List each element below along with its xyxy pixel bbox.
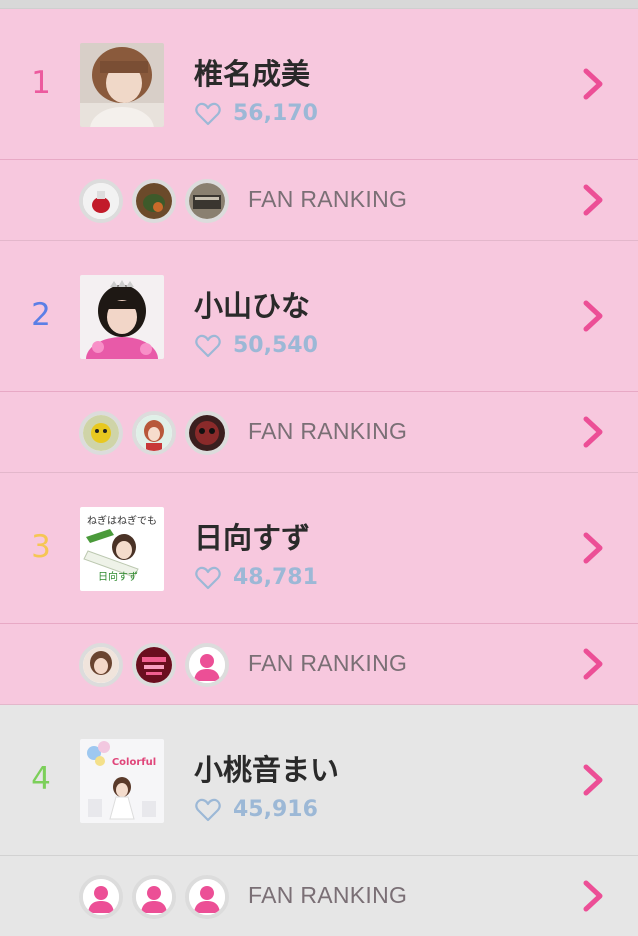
- heart-icon: [195, 798, 221, 821]
- fan-ranking-row[interactable]: FAN RANKING: [0, 392, 638, 473]
- like-count: 45,916: [195, 797, 318, 822]
- idol-photo: Colorful: [80, 739, 164, 823]
- chevron-right-icon: [583, 300, 603, 332]
- default-user-icon: [185, 643, 229, 687]
- thumb-caption-top: ねぎはねぎでも: [87, 514, 157, 527]
- idol-photo: [80, 275, 164, 359]
- fan-ranking-label: FAN RANKING: [248, 882, 408, 908]
- idol-row[interactable]: 1 椎名成美 56,170: [0, 9, 638, 160]
- like-count: 48,781: [195, 565, 318, 590]
- idol-row[interactable]: 3 ねぎはねぎでも 日向すず 日向すず 48,781: [0, 473, 638, 624]
- fan-ranking-row[interactable]: FAN RANKING: [0, 624, 638, 705]
- default-user-icon: [79, 875, 123, 919]
- photo-fan-icon: [79, 643, 123, 687]
- idol-photo: ねぎはねぎでも 日向すず: [80, 507, 164, 591]
- like-count-value: 50,540: [233, 333, 318, 358]
- ranking-entry-3: 3 ねぎはねぎでも 日向すず 日向すず 48,781 FAN RANKING: [0, 473, 638, 705]
- rank-number: 2: [31, 297, 51, 333]
- ranking-list: 1 椎名成美 56,170 FAN RANKING 2 小山ひな 50,540 …: [0, 0, 638, 936]
- ranking-entry-2: 2 小山ひな 50,540 FAN RANKING: [0, 241, 638, 473]
- idol-row[interactable]: 4 Colorful 小桃音まい 45,916: [0, 705, 638, 856]
- chevron-right-icon: [583, 416, 603, 448]
- heart-icon: [195, 334, 221, 357]
- fan-ranking-label: FAN RANKING: [248, 418, 408, 444]
- rank-number: 4: [31, 761, 51, 797]
- photo-fan-icon: [185, 411, 229, 455]
- like-count: 50,540: [195, 333, 318, 358]
- fan-ranking-label: FAN RANKING: [248, 650, 408, 676]
- top-divider: [0, 0, 638, 9]
- chevron-right-icon: [583, 648, 603, 680]
- fan-ranking-row[interactable]: FAN RANKING: [0, 160, 638, 241]
- ranking-entry-1: 1 椎名成美 56,170 FAN RANKING: [0, 9, 638, 241]
- thumb-logo-text: Colorful: [112, 757, 156, 768]
- default-user-icon: [132, 875, 176, 919]
- photo-fan-icon: [185, 179, 229, 223]
- idol-name: 日向すず: [194, 521, 311, 555]
- idol-name: 椎名成美: [194, 57, 311, 91]
- photo-fan-icon: [79, 411, 123, 455]
- photo-fan-icon: [79, 179, 123, 223]
- photo-fan-icon: [132, 643, 176, 687]
- photo-fan-icon: [132, 411, 176, 455]
- top-fans: [79, 411, 238, 455]
- fan-ranking-label: FAN RANKING: [248, 186, 408, 212]
- top-fans: [79, 875, 238, 919]
- like-count-value: 56,170: [233, 101, 318, 126]
- idol-name: 小桃音まい: [194, 753, 340, 787]
- photo-fan-icon: [132, 179, 176, 223]
- idol-photo: [80, 43, 164, 127]
- heart-icon: [195, 102, 221, 125]
- rank-number: 3: [31, 529, 51, 565]
- like-count-value: 48,781: [233, 565, 318, 590]
- fan-ranking-row[interactable]: FAN RANKING: [0, 856, 638, 936]
- top-fans: [79, 643, 238, 687]
- chevron-right-icon: [583, 184, 603, 216]
- ranking-entry-4: 4 Colorful 小桃音まい 45,916 FAN RANKING: [0, 705, 638, 936]
- chevron-right-icon: [583, 68, 603, 100]
- rank-number: 1: [31, 65, 51, 101]
- chevron-right-icon: [583, 532, 603, 564]
- heart-icon: [195, 566, 221, 589]
- idol-name: 小山ひな: [194, 289, 311, 323]
- like-count: 56,170: [195, 101, 318, 126]
- like-count-value: 45,916: [233, 797, 318, 822]
- idol-row[interactable]: 2 小山ひな 50,540: [0, 241, 638, 392]
- default-user-icon: [185, 875, 229, 919]
- chevron-right-icon: [583, 880, 603, 912]
- top-fans: [79, 179, 238, 223]
- chevron-right-icon: [583, 764, 603, 796]
- thumb-caption-bottom: 日向すず: [98, 570, 138, 583]
